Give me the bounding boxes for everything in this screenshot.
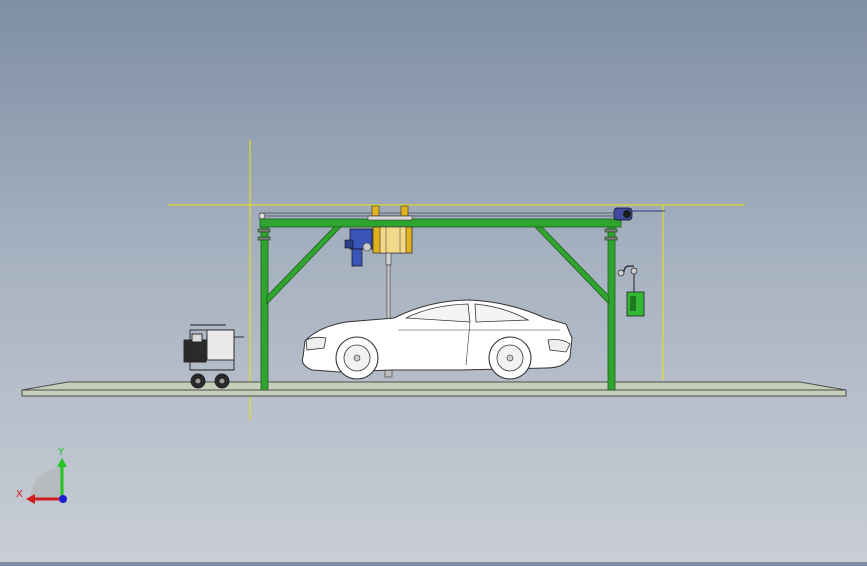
rail-drive-motor — [613, 207, 633, 221]
car-headlight — [305, 336, 327, 351]
car-front-wheel — [335, 336, 379, 380]
y-axis-label: Y — [57, 447, 65, 458]
coordinate-triad: Y X — [16, 447, 67, 504]
z-axis-dot — [59, 495, 67, 503]
top-rail — [258, 207, 665, 221]
y-arrow-icon — [57, 458, 67, 467]
control-box-assembly — [617, 265, 645, 317]
car-rear-wheel — [488, 336, 532, 380]
left-brace — [266, 226, 342, 305]
construction-guides — [168, 140, 745, 420]
assembly-drawing: Y X — [16, 140, 847, 504]
pump-motor — [344, 228, 373, 267]
gantry-top-beam — [259, 218, 622, 228]
gantry-left-leg — [260, 226, 269, 391]
car — [301, 299, 573, 380]
washer-tank — [206, 329, 235, 361]
right-brace — [534, 226, 610, 305]
floor-slab — [21, 381, 847, 397]
cad-viewport[interactable]: Y X — [0, 0, 867, 562]
gantry-right-leg — [607, 226, 616, 391]
washer-engine — [183, 339, 207, 363]
x-axis-label: X — [16, 489, 23, 500]
pressure-washer-cart — [183, 324, 244, 389]
